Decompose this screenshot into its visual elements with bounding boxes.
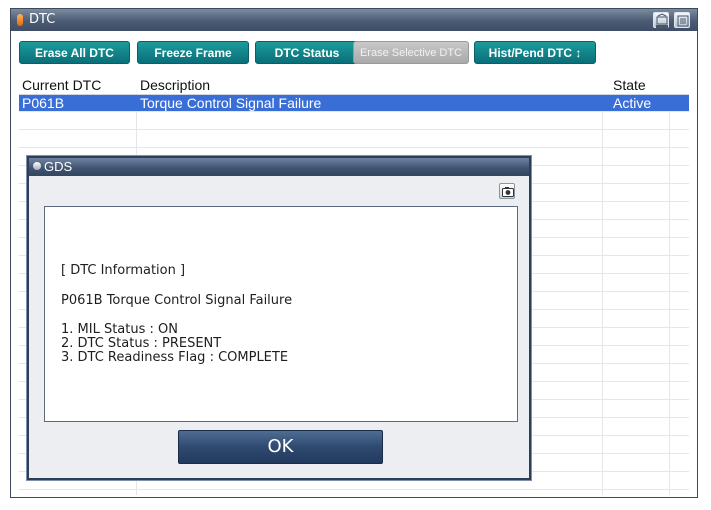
info-dtc-status: 2. DTC Status : PRESENT xyxy=(61,336,222,351)
table-row[interactable]: P061B Torque Control Signal Failure Acti… xyxy=(19,95,689,112)
status-indicator-icon xyxy=(17,14,23,26)
dtc-state-cell: Active xyxy=(613,95,652,111)
column-header-state[interactable]: State xyxy=(613,77,646,93)
window-title: DTC xyxy=(29,12,56,27)
ok-button[interactable]: OK xyxy=(178,430,383,464)
gds-dialog: GDS [ DTC Information ] P061B Torque Con… xyxy=(27,156,531,480)
erase-selective-dtc-button[interactable]: Erase Selective DTC xyxy=(353,41,469,64)
column-header-description[interactable]: Description xyxy=(140,77,210,93)
info-mil-status: 1. MIL Status : ON xyxy=(61,322,178,337)
column-header-current-dtc[interactable]: Current DTC xyxy=(22,77,101,93)
table-row-empty xyxy=(19,131,689,148)
info-dtc-description: P061B Torque Control Signal Failure xyxy=(61,293,293,308)
menu-icon[interactable] xyxy=(674,12,690,28)
table-header: Current DTC Description State xyxy=(19,75,689,95)
dtc-information-panel: [ DTC Information ] P061B Torque Control… xyxy=(44,206,518,422)
dtc-code-cell: P061B xyxy=(22,95,65,111)
erase-all-dtc-button[interactable]: Erase All DTC xyxy=(19,41,130,64)
dtc-description-cell: Torque Control Signal Failure xyxy=(140,95,322,111)
dialog-titlebar: GDS xyxy=(29,158,529,176)
retry-icon[interactable] xyxy=(653,12,669,28)
dialog-title: GDS xyxy=(44,159,73,174)
info-readiness-flag: 3. DTC Readiness Flag : COMPLETE xyxy=(61,350,289,365)
info-heading: [ DTC Information ] xyxy=(61,263,186,278)
freeze-frame-button[interactable]: Freeze Frame xyxy=(137,41,249,64)
hist-pend-dtc-dropdown[interactable]: Hist/Pend DTC ↕ xyxy=(474,41,596,64)
dtc-status-button[interactable]: DTC Status xyxy=(255,41,359,64)
dialog-indicator-icon xyxy=(33,162,41,170)
window-titlebar: DTC xyxy=(11,9,697,31)
camera-icon[interactable] xyxy=(499,183,515,199)
table-row-empty xyxy=(19,113,689,130)
